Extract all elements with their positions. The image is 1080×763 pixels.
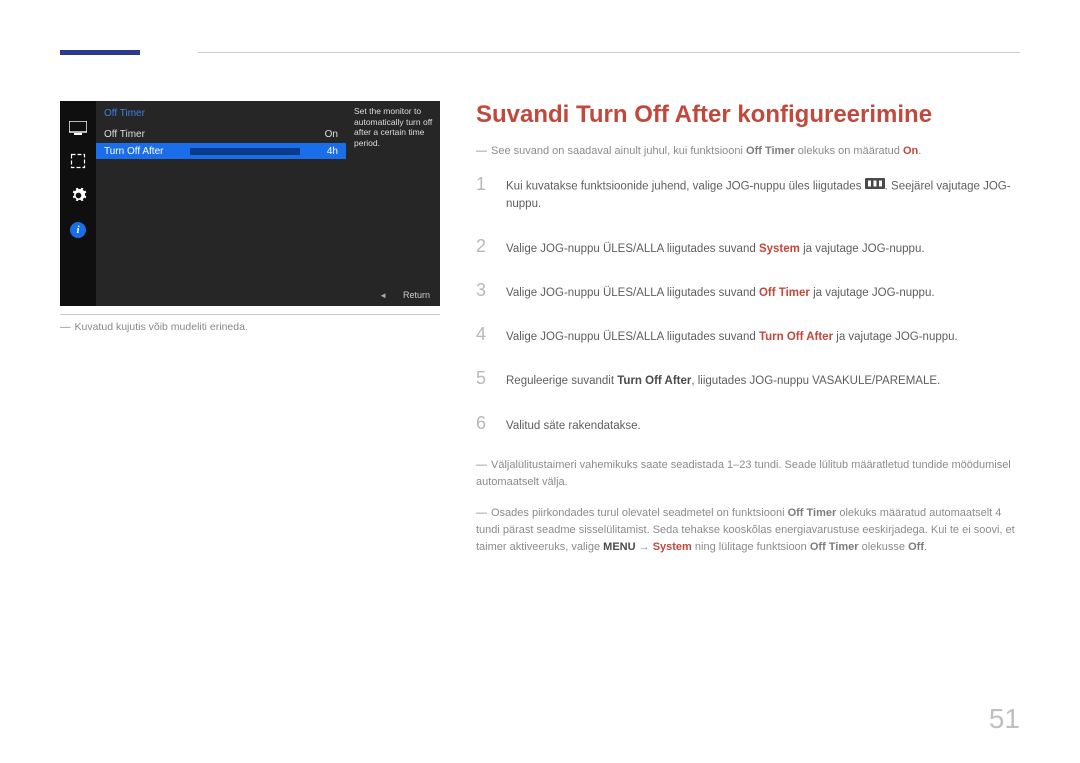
availability-note: ―See suvand on saadaval ainult juhul, ku…	[476, 143, 1020, 160]
step-row: 2 Valige JOG-nuppu ÜLES/ALLA liigutades …	[476, 236, 1020, 280]
menu-title: Off Timer	[104, 108, 145, 119]
row-turn-off-after: Turn Off After 4h	[96, 143, 346, 159]
header-rule	[60, 50, 1020, 55]
step-row: 1 Kui kuvatakse funktsioonide juhend, va…	[476, 174, 1020, 236]
image-caption: ―Kuvatud kujutis võib mudeliti erineda.	[60, 321, 440, 333]
footnote-2: ―Osades piirkondades turul olevatel sead…	[476, 505, 1020, 556]
step-row: 3 Valige JOG-nuppu ÜLES/ALLA liigutades …	[476, 280, 1020, 324]
gear-icon	[70, 187, 87, 208]
steps-list: 1 Kui kuvatakse funktsioonide juhend, va…	[476, 174, 1020, 457]
step-row: 6 Valitud säte rakendatakse.	[476, 413, 1020, 457]
step-row: 4 Valige JOG-nuppu ÜLES/ALLA liigutades …	[476, 324, 1020, 368]
page-number: 51	[989, 703, 1020, 735]
menu-glyph-icon	[865, 178, 885, 195]
return-label: Return	[379, 290, 430, 300]
step-row: 5 Reguleerige suvandit Turn Off After, l…	[476, 368, 1020, 412]
settings-screenshot: i Off Timer Off Timer On Turn Off After …	[60, 101, 440, 306]
slider-bar	[190, 148, 300, 155]
tooltip-text: Set the monitor to automatically turn of…	[350, 101, 440, 306]
monitor-icon	[69, 121, 87, 139]
page-title: Suvandi Turn Off After konfigureerimine	[476, 101, 1020, 129]
frame-icon	[70, 153, 86, 173]
footnote-1: ―Väljalülitustaimeri vahemikuks saate se…	[476, 457, 1020, 491]
info-icon: i	[70, 222, 86, 238]
row-off-timer: Off Timer On	[96, 125, 346, 143]
sidebar-icons: i	[60, 101, 96, 306]
